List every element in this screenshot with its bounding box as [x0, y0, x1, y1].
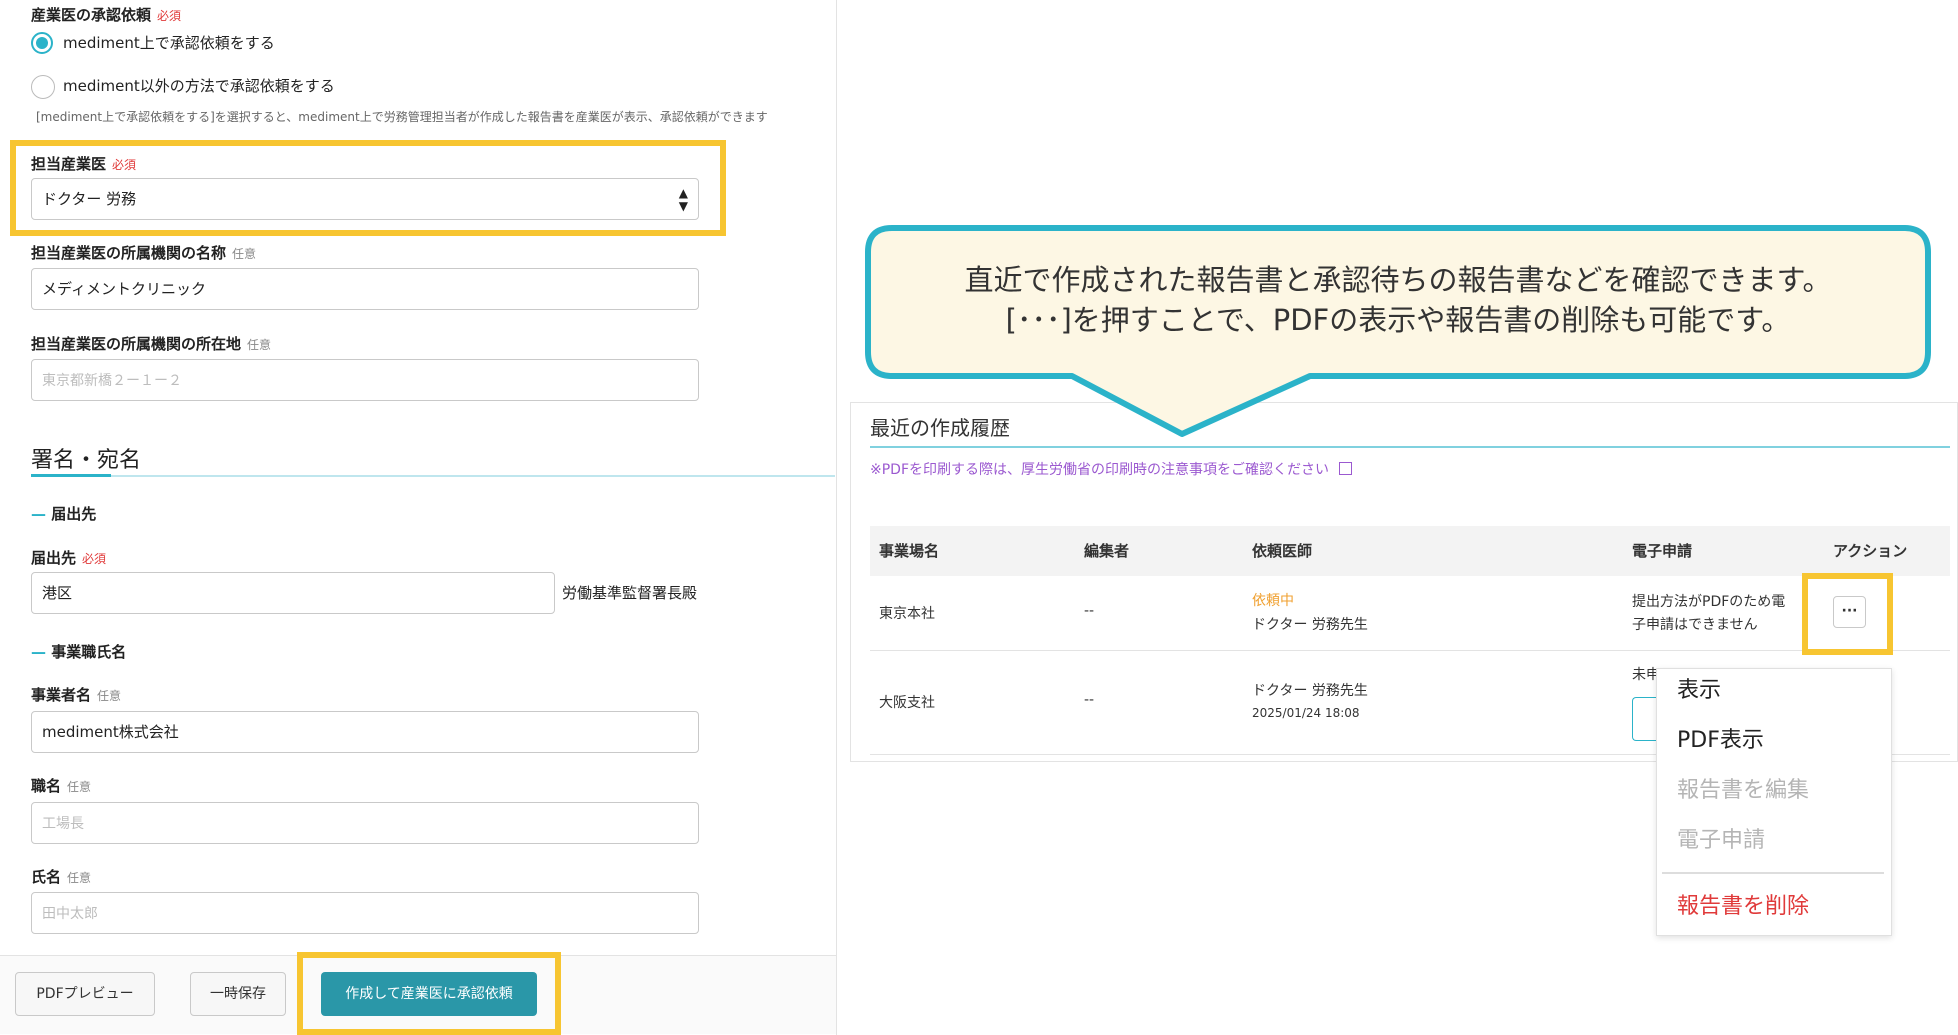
- menu-divider: [1662, 872, 1884, 874]
- select-arrows-icon: ▲ ▼: [678, 186, 688, 213]
- dash-icon: —: [31, 643, 46, 661]
- menu-delete[interactable]: 報告書を削除: [1677, 888, 1809, 920]
- approval-label-row: 産業医の承認依頼 必須: [31, 4, 181, 25]
- required-badge: 必須: [112, 158, 137, 172]
- create-and-request-button[interactable]: 作成して産業医に承認依頼: [321, 972, 537, 1016]
- row2-date: 2025/01/24 18:08: [1252, 706, 1360, 720]
- row1-doctor: ドクター 労務先生: [1252, 617, 1368, 633]
- doctor-select[interactable]: ドクター 労務 ▲ ▼: [31, 178, 699, 220]
- row2-site: 大阪支社: [879, 695, 935, 711]
- institution-address-placeholder: 東京都新橋２ー１ー２: [42, 373, 182, 389]
- row1-editor: --: [1084, 603, 1095, 619]
- institution-name-label: 担当産業医の所属機関の名称: [31, 244, 227, 262]
- employer-name-input[interactable]: mediment株式会社: [31, 711, 699, 753]
- row1-esub-2: 子申請はできません: [1632, 617, 1758, 633]
- optional-badge: 任意: [67, 871, 92, 885]
- section-divider-accent: [31, 474, 111, 477]
- optional-badge: 任意: [97, 689, 122, 703]
- row1-status: 依頼中: [1252, 593, 1294, 609]
- menu-view[interactable]: 表示: [1677, 672, 1721, 704]
- person-name-label-row: 氏名 任意: [31, 866, 91, 887]
- col-doctor: 依頼医師: [1252, 542, 1313, 560]
- institution-address-input[interactable]: 東京都新橋２ー１ー２: [31, 359, 699, 401]
- institution-address-label: 担当産業医の所属機関の所在地: [31, 335, 242, 353]
- save-draft-button[interactable]: 一時保存: [190, 972, 286, 1016]
- menu-edit[interactable]: 報告書を編集: [1677, 772, 1809, 804]
- col-site: 事業場名: [879, 542, 940, 560]
- destination-suffix: 労働基準監督署長殿: [562, 584, 698, 602]
- optional-badge: 任意: [232, 247, 257, 261]
- employer-section-label: 事業職氏名: [51, 643, 127, 661]
- job-title-label: 職名: [31, 777, 62, 795]
- optional-badge: 任意: [67, 780, 92, 794]
- destination-label: 届出先: [31, 549, 77, 567]
- col-editor: 編集者: [1084, 542, 1130, 560]
- doctor-label: 担当産業医: [31, 155, 107, 173]
- institution-address-label-row: 担当産業医の所属機関の所在地 任意: [31, 333, 271, 354]
- callout-text: 直近で作成された報告書と承認待ちの報告書などを確認できます。 [･･･]を押すこ…: [868, 260, 1928, 340]
- destination-input[interactable]: 港区: [31, 572, 555, 614]
- destination-label-row: 届出先 必須: [31, 547, 106, 568]
- institution-name-label-row: 担当産業医の所属機関の名称 任意: [31, 242, 256, 263]
- external-link-icon: [1339, 462, 1353, 475]
- dash-icon: —: [31, 505, 46, 523]
- print-notice-text: ※PDFを印刷する際は、厚生労働省の印刷時の注意事項をご確認ください: [870, 462, 1330, 478]
- pdf-preview-button[interactable]: PDFプレビュー: [15, 972, 155, 1016]
- menu-e-submit[interactable]: 電子申請: [1677, 822, 1765, 854]
- destination-section-label: 届出先: [51, 505, 97, 523]
- employer-name-label-row: 事業者名 任意: [31, 684, 121, 705]
- doctor-select-value: ドクター 労務: [42, 190, 137, 208]
- person-name-placeholder: 田中太郎: [42, 906, 98, 922]
- doctor-label-row: 担当産業医 必須: [31, 153, 136, 174]
- employer-section-heading: — 事業職氏名: [31, 641, 126, 662]
- signature-section-title: 署名・宛名: [31, 448, 142, 473]
- callout-line-2: [･･･]を押すことで、PDFの表示や報告書の削除も可能です。: [1005, 303, 1791, 337]
- table-header: [870, 526, 1950, 576]
- menu-pdf-view[interactable]: PDF表示: [1677, 722, 1764, 754]
- row2-doctor: ドクター 労務先生: [1252, 683, 1368, 699]
- approval-note: [mediment上で承認依頼をする]を選択すると、mediment上で労務管理…: [36, 110, 768, 124]
- radio-label-1: mediment上で承認依頼をする: [63, 34, 275, 52]
- approval-label: 産業医の承認依頼: [31, 6, 152, 24]
- job-title-label-row: 職名 任意: [31, 775, 91, 796]
- optional-badge: 任意: [247, 338, 272, 352]
- callout-line-1: 直近で作成された報告書と承認待ちの報告書などを確認できます。: [964, 263, 1832, 297]
- destination-section-heading: — 届出先: [31, 503, 96, 524]
- col-esubmission: 電子申請: [1632, 542, 1693, 560]
- job-title-placeholder: 工場長: [42, 816, 84, 832]
- person-name-input[interactable]: 田中太郎: [31, 892, 699, 934]
- col-action: アクション: [1833, 542, 1908, 560]
- employer-name-label: 事業者名: [31, 686, 92, 704]
- section-divider: [31, 475, 835, 477]
- print-notice-link[interactable]: ※PDFを印刷する際は、厚生労働省の印刷時の注意事項をご確認ください: [870, 459, 1353, 479]
- job-title-input[interactable]: 工場長: [31, 802, 699, 844]
- row2-editor: --: [1084, 692, 1095, 708]
- radio-unchecked-icon[interactable]: [31, 75, 55, 99]
- institution-name-input[interactable]: メディメントクリニック: [31, 268, 699, 310]
- required-badge: 必須: [157, 9, 182, 23]
- radio-label-2: mediment以外の方法で承認依頼をする: [63, 77, 335, 95]
- row1-esub-1: 提出方法がPDFのため電: [1632, 594, 1786, 610]
- radio-checked-icon[interactable]: [31, 32, 53, 54]
- row-action-button[interactable]: ···: [1833, 596, 1866, 628]
- required-badge: 必須: [82, 552, 107, 566]
- person-name-label: 氏名: [31, 868, 62, 886]
- row1-site: 東京本社: [879, 606, 935, 622]
- history-title-divider: [870, 446, 1950, 448]
- table-row: [870, 576, 1950, 651]
